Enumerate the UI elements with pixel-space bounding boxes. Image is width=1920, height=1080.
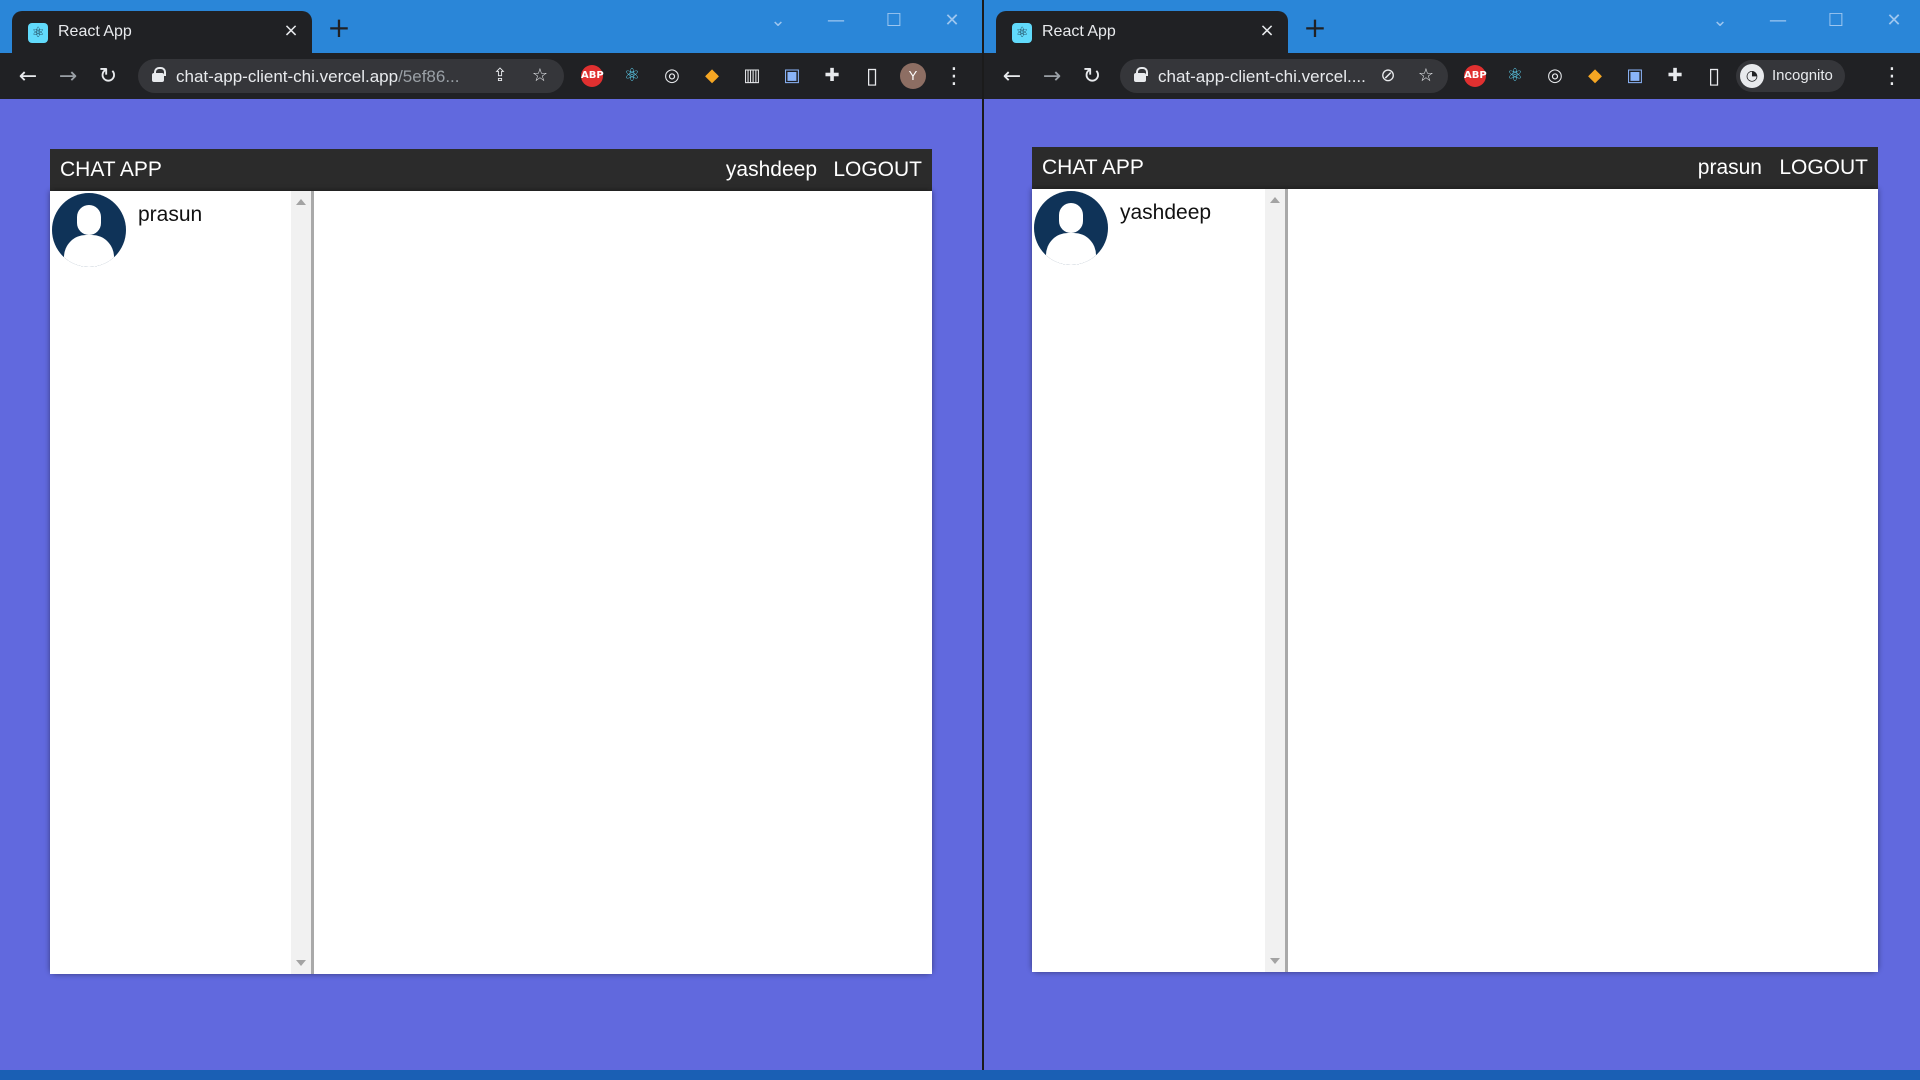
contact-item[interactable]: prasun [50,191,290,267]
tab-search-chevron-icon[interactable]: ⌄ [758,8,798,34]
chart-extension-icon[interactable]: ▥ [741,65,763,87]
side-panel-icon[interactable]: ▯ [1700,63,1728,91]
sidebar-scrollbar[interactable] [1265,189,1285,972]
eye-off-icon[interactable]: ⊘ [1376,64,1400,88]
extensions-puzzle-icon[interactable]: ✚ [1664,65,1686,87]
avatar [1034,191,1108,265]
url-text[interactable]: chat-app-client-chi.vercel.app/5ef86... [176,67,460,87]
profile-avatar-button[interactable]: Y [900,63,926,89]
adblock-extension-icon[interactable]: ABP [1464,65,1487,87]
contacts-sidebar: yashdeep [1032,189,1288,972]
app-header: CHAT APP yashdeep LOGOUT [50,149,932,191]
back-button[interactable]: ← [998,63,1026,91]
new-tab-button[interactable]: + [1302,14,1328,42]
incognito-icon: ◔ [1740,64,1764,88]
chat-panel: yashdeep [1032,189,1878,972]
reload-button[interactable]: ↻ [94,63,122,91]
app-brand: CHAT APP [1042,156,1144,179]
scroll-up-arrow-icon[interactable] [296,199,306,205]
tab-title: React App [1042,23,1116,40]
desktop: ⚛ React App × + ⌄ — ☐ ✕ ← → ↻ chat-app-c… [0,0,1920,1080]
scroll-down-arrow-icon[interactable] [296,960,306,966]
browser-toolbar: ← → ↻ chat-app-client-chi.vercel.app/5ef… [0,53,982,99]
logout-button[interactable]: LOGOUT [1779,156,1868,180]
tab-close-icon[interactable]: × [1256,20,1278,42]
reload-button[interactable]: ↻ [1078,63,1106,91]
browser-window-left: ⚛ React App × + ⌄ — ☐ ✕ ← → ↻ chat-app-c… [0,0,982,1070]
maximize-button[interactable]: ☐ [874,8,914,34]
chat-panel: prasun [50,191,932,974]
tab-close-icon[interactable]: × [280,20,302,42]
scroll-up-arrow-icon[interactable] [1270,197,1280,203]
contacts-sidebar: prasun [50,191,314,974]
color-extension-icon[interactable]: ◆ [701,65,723,87]
new-tab-button[interactable]: + [326,14,352,42]
current-username: yashdeep [725,158,817,181]
lock-icon [1134,67,1148,82]
browser-toolbar: ← → ↻ chat-app-client-chi.vercel.... ⊘ ☆… [984,53,1920,99]
tab-search-chevron-icon[interactable]: ⌄ [1700,8,1740,34]
tab-strip: ⚛ React App × + ⌄ — ☐ ✕ [0,0,982,53]
forward-button[interactable]: → [54,63,82,91]
close-window-button[interactable]: ✕ [932,8,972,34]
browser-tab[interactable]: ⚛ React App × [996,11,1288,53]
forward-button[interactable]: → [1038,63,1066,91]
sidebar-scrollbar[interactable] [291,191,311,974]
react-favicon-icon: ⚛ [1012,23,1032,43]
side-panel-icon[interactable]: ▯ [858,63,886,91]
minimize-button[interactable]: — [1758,8,1798,34]
logout-button[interactable]: LOGOUT [833,158,922,182]
browser-menu-icon[interactable]: ⋮ [940,63,968,91]
url-text[interactable]: chat-app-client-chi.vercel.... [1158,67,1366,87]
bookmark-star-icon[interactable]: ☆ [528,64,552,88]
address-bar[interactable]: chat-app-client-chi.vercel.app/5ef86... … [138,59,564,93]
screen-extension-icon[interactable]: ▣ [781,65,803,87]
taskbar [0,1070,1920,1080]
current-username: prasun [1697,156,1762,179]
back-button[interactable]: ← [14,63,42,91]
lock-icon [152,67,166,82]
contact-name: prasun [138,203,203,226]
tab-strip: ⚛ React App × + ⌄ — ☐ ✕ [984,0,1920,53]
browser-window-right: ⚛ React App × + ⌄ — ☐ ✕ ← → ↻ chat-app-c… [984,0,1920,1070]
minimize-button[interactable]: — [816,8,856,34]
share-icon[interactable]: ⇪ [488,64,512,88]
browser-tab[interactable]: ⚛ React App × [12,11,312,53]
react-favicon-icon: ⚛ [28,23,48,43]
incognito-label: Incognito [1772,67,1833,84]
react-devtools-extension-icon[interactable]: ⚛ [1504,65,1526,87]
address-bar[interactable]: chat-app-client-chi.vercel.... ⊘ ☆ [1120,59,1448,93]
adblock-extension-icon[interactable]: ABP [581,65,604,87]
color-extension-icon[interactable]: ◆ [1584,65,1606,87]
avatar [52,193,126,267]
target-extension-icon[interactable]: ◎ [661,65,683,87]
screen-extension-icon[interactable]: ▣ [1624,65,1646,87]
incognito-profile-button[interactable]: ◔ Incognito [1736,60,1845,92]
maximize-button[interactable]: ☐ [1816,8,1856,34]
chat-message-area[interactable] [1291,189,1878,972]
target-extension-icon[interactable]: ◎ [1544,65,1566,87]
app-header: CHAT APP prasun LOGOUT [1032,147,1878,189]
bookmark-star-icon[interactable]: ☆ [1414,64,1438,88]
chat-message-area[interactable] [317,191,932,974]
extensions-puzzle-icon[interactable]: ✚ [821,65,843,87]
contact-name: yashdeep [1120,201,1212,224]
app-brand: CHAT APP [60,158,162,181]
close-window-button[interactable]: ✕ [1874,8,1914,34]
react-devtools-extension-icon[interactable]: ⚛ [621,65,643,87]
contact-item[interactable]: yashdeep [1032,189,1272,265]
tab-title: React App [58,23,132,40]
browser-menu-icon[interactable]: ⋮ [1878,63,1906,91]
scroll-down-arrow-icon[interactable] [1270,958,1280,964]
